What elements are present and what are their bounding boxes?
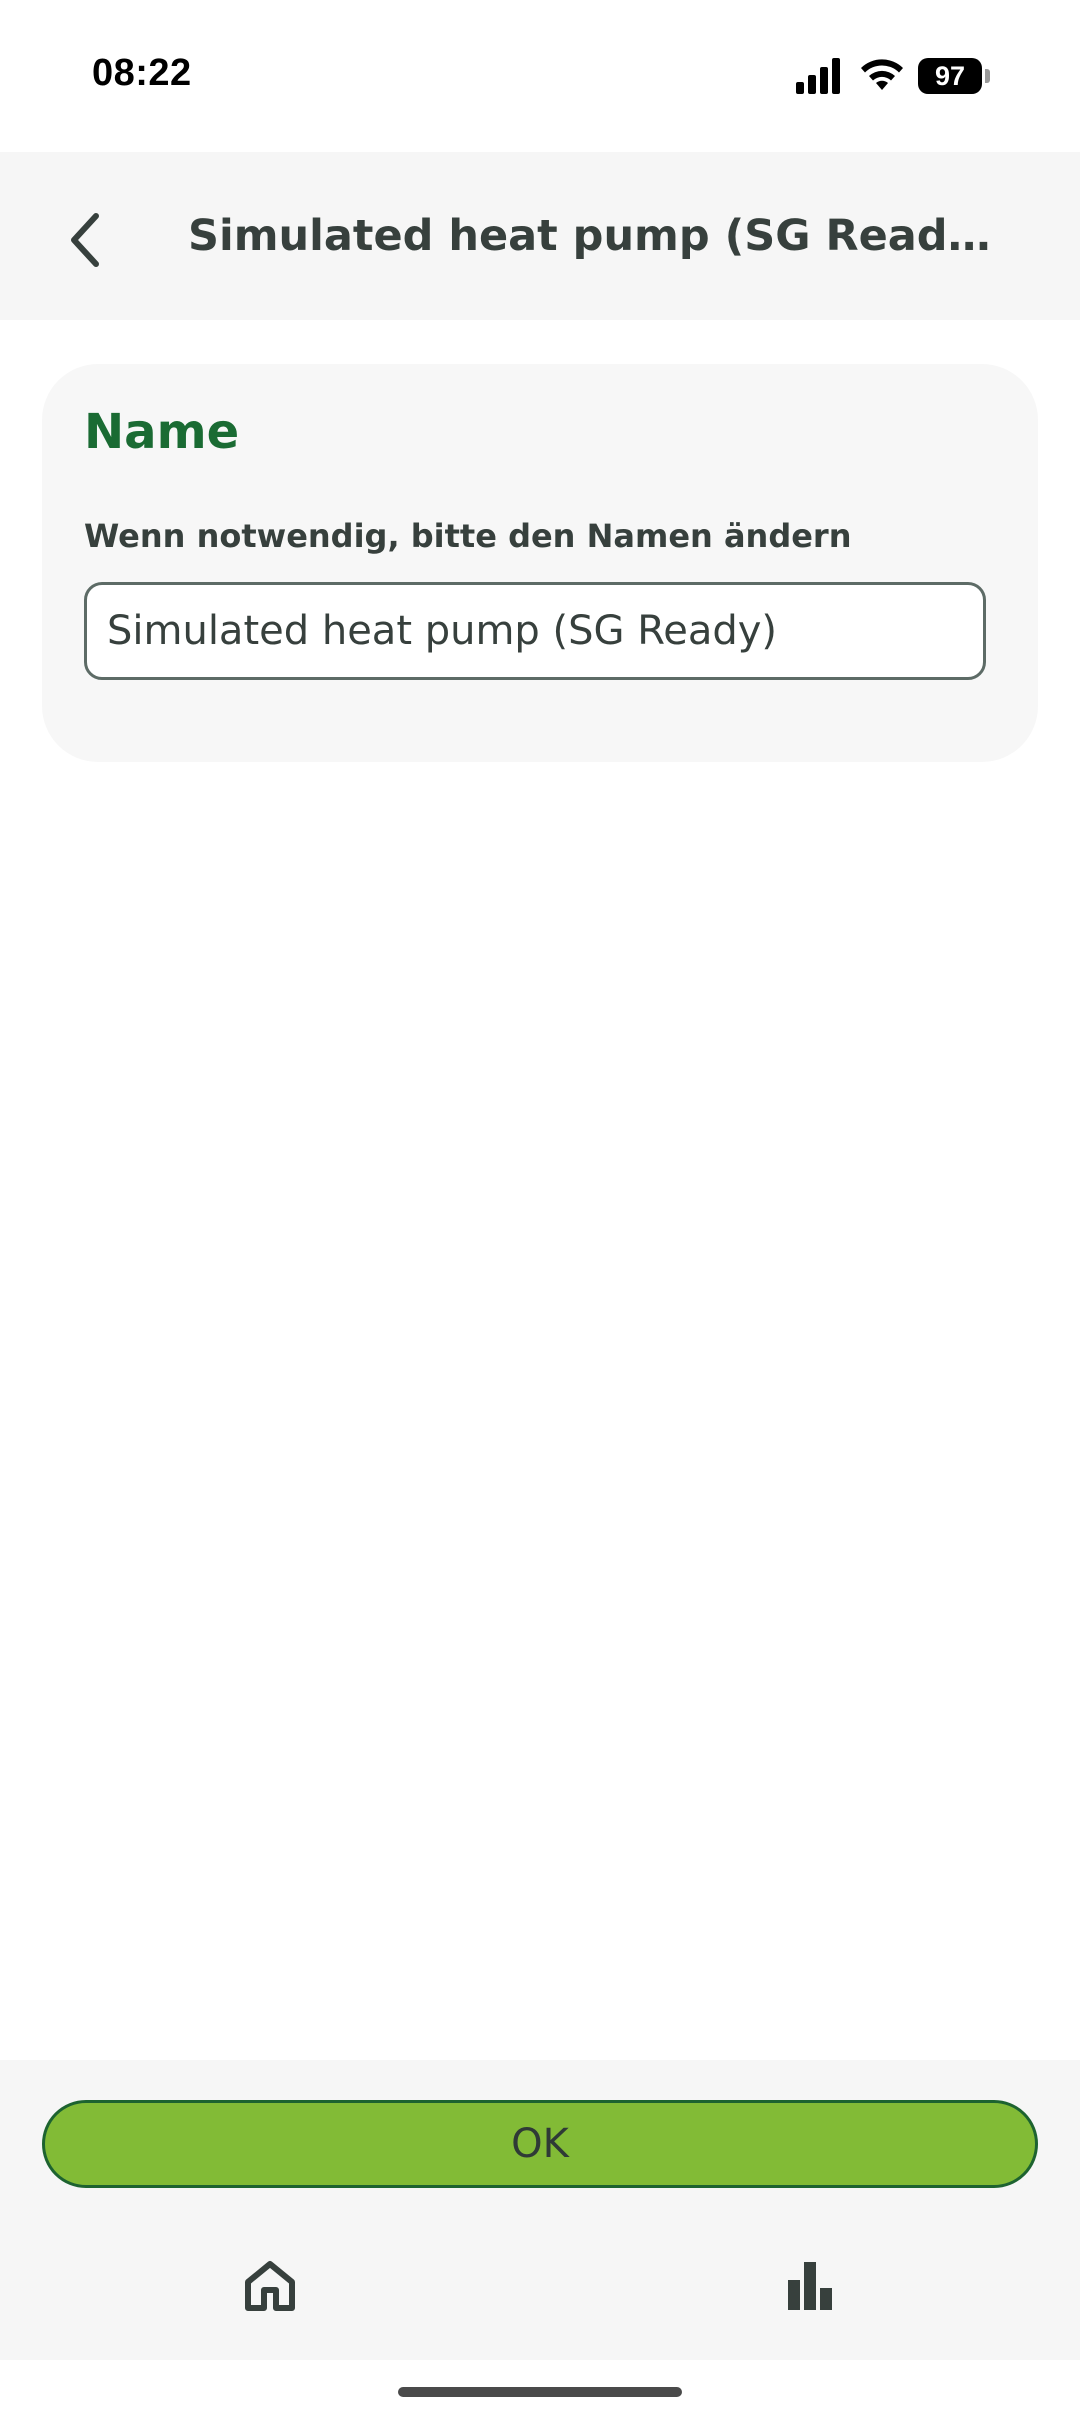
home-icon	[245, 2261, 295, 2311]
chevron-left-icon	[71, 213, 99, 267]
name-card: Name Wenn notwendig, bitte den Namen änd…	[42, 364, 1038, 762]
name-input[interactable]	[84, 582, 986, 680]
bottom-panel: OK	[0, 2060, 1080, 2360]
status-bar: 08:22 97	[0, 0, 1080, 152]
status-time: 08:22	[92, 52, 192, 94]
section-title: Name	[84, 404, 240, 460]
battery-level: 97	[934, 61, 966, 91]
app-bar: Simulated heat pump (SG Ready)...	[0, 152, 1080, 320]
battery-tip	[985, 69, 990, 83]
signal-icon	[796, 58, 840, 94]
screen: 08:22 97 Simulated heat pump (SG Ready).…	[0, 0, 1080, 2424]
bar-chart-icon	[788, 2262, 832, 2310]
nav-home[interactable]	[236, 2252, 304, 2320]
name-field-label: Wenn notwendig, bitte den Namen ändern	[84, 517, 852, 555]
page-title: Simulated heat pump (SG Ready)...	[188, 211, 998, 261]
battery-icon: 97	[918, 58, 990, 94]
wifi-icon	[861, 59, 903, 90]
home-indicator	[398, 2387, 682, 2397]
ok-button[interactable]: OK	[42, 2100, 1038, 2188]
back-button[interactable]	[46, 202, 122, 278]
nav-stats[interactable]	[776, 2252, 844, 2320]
